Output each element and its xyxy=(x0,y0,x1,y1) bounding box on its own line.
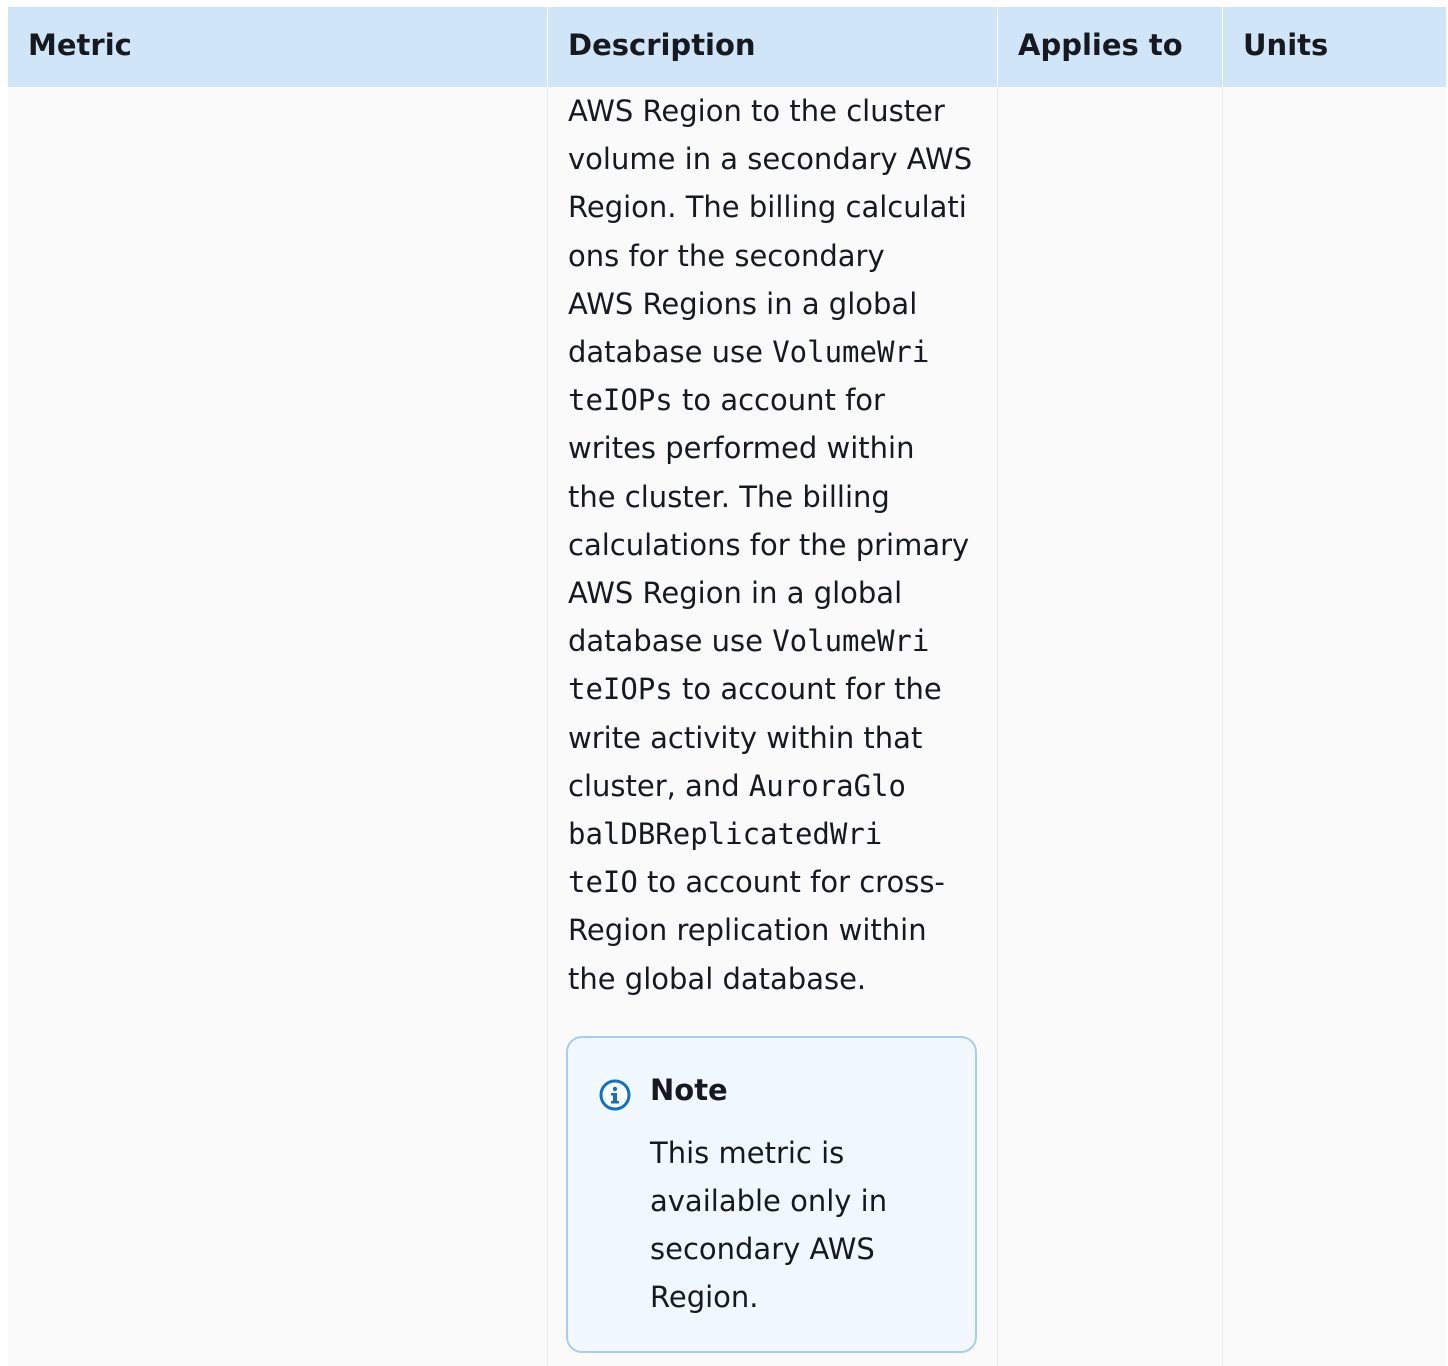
description-line: Region replication within xyxy=(568,913,927,948)
description-line: volume in a secondary AWS xyxy=(568,142,973,177)
note-line: available only in xyxy=(650,1184,888,1218)
description-line: teIOPs to account for xyxy=(568,376,978,424)
code-volume-write-iops: teIOPs xyxy=(568,383,673,418)
description-line: balDBReplicatedWri xyxy=(568,810,978,858)
table-header-row: Metric Description Applies to Units xyxy=(8,7,1446,87)
note-line: secondary AWS xyxy=(650,1232,875,1266)
description-line: the cluster. The billing xyxy=(568,479,890,514)
description-line: AWS Region in a global xyxy=(568,576,903,611)
code-aurora-global-db-replicated-write-io: teIO xyxy=(568,865,638,900)
header-units: Units xyxy=(1243,28,1329,62)
note-line: This metric is xyxy=(650,1136,845,1170)
cell-description: AWS Region to the cluster volume in a se… xyxy=(568,87,978,1003)
note-line: Region. xyxy=(650,1280,759,1314)
code-aurora-global-db-replicated-write-io: balDBReplicatedWri xyxy=(568,817,883,852)
table-row: AWS Region to the cluster volume in a se… xyxy=(8,87,1446,1366)
header-applies-to: Applies to xyxy=(1018,28,1183,62)
note-body: This metric is available only in seconda… xyxy=(650,1129,960,1321)
column-divider xyxy=(547,87,548,1366)
description-line: AWS Region to the cluster xyxy=(568,94,945,128)
info-icon xyxy=(599,1079,631,1111)
description-text: database use xyxy=(568,624,773,659)
note-title: Note xyxy=(650,1073,728,1107)
description-line: teIO to account for cross- xyxy=(568,858,978,906)
description-text: to account for the xyxy=(672,672,942,707)
header-metric: Metric xyxy=(28,28,132,62)
description-line: Region. The billing calculati xyxy=(568,190,967,225)
description-line: ons for the secondary xyxy=(568,238,885,273)
description-line: teIOPs to account for the xyxy=(568,665,978,713)
description-line: AWS Regions in a global xyxy=(568,286,918,321)
description-line: the global database. xyxy=(568,961,867,996)
description-text: to account for xyxy=(672,383,885,418)
header-description: Description xyxy=(568,28,756,62)
description-line: cluster, and AuroraGlo xyxy=(568,762,978,810)
description-line: writes performed within xyxy=(568,431,915,466)
column-divider xyxy=(997,87,998,1366)
code-volume-write-iops: teIOPs xyxy=(568,672,673,707)
code-volume-write-iops: VolumeWri xyxy=(772,624,930,659)
code-volume-write-iops: VolumeWri xyxy=(772,335,930,370)
description-text: to account for cross- xyxy=(637,865,945,900)
note-callout: Note This metric is available only in se… xyxy=(566,1036,977,1353)
metrics-table: Metric Description Applies to Units AWS … xyxy=(8,7,1446,1366)
column-divider xyxy=(1222,87,1223,1366)
description-line: database use VolumeWri xyxy=(568,328,978,376)
description-line: calculations for the primary xyxy=(568,527,970,562)
description-text: cluster, and xyxy=(568,768,749,803)
description-line: database use VolumeWri xyxy=(568,617,978,665)
code-aurora-global-db-replicated-write-io: AuroraGlo xyxy=(748,768,906,803)
description-text: database use xyxy=(568,335,773,370)
description-line: write activity within that xyxy=(568,720,923,755)
